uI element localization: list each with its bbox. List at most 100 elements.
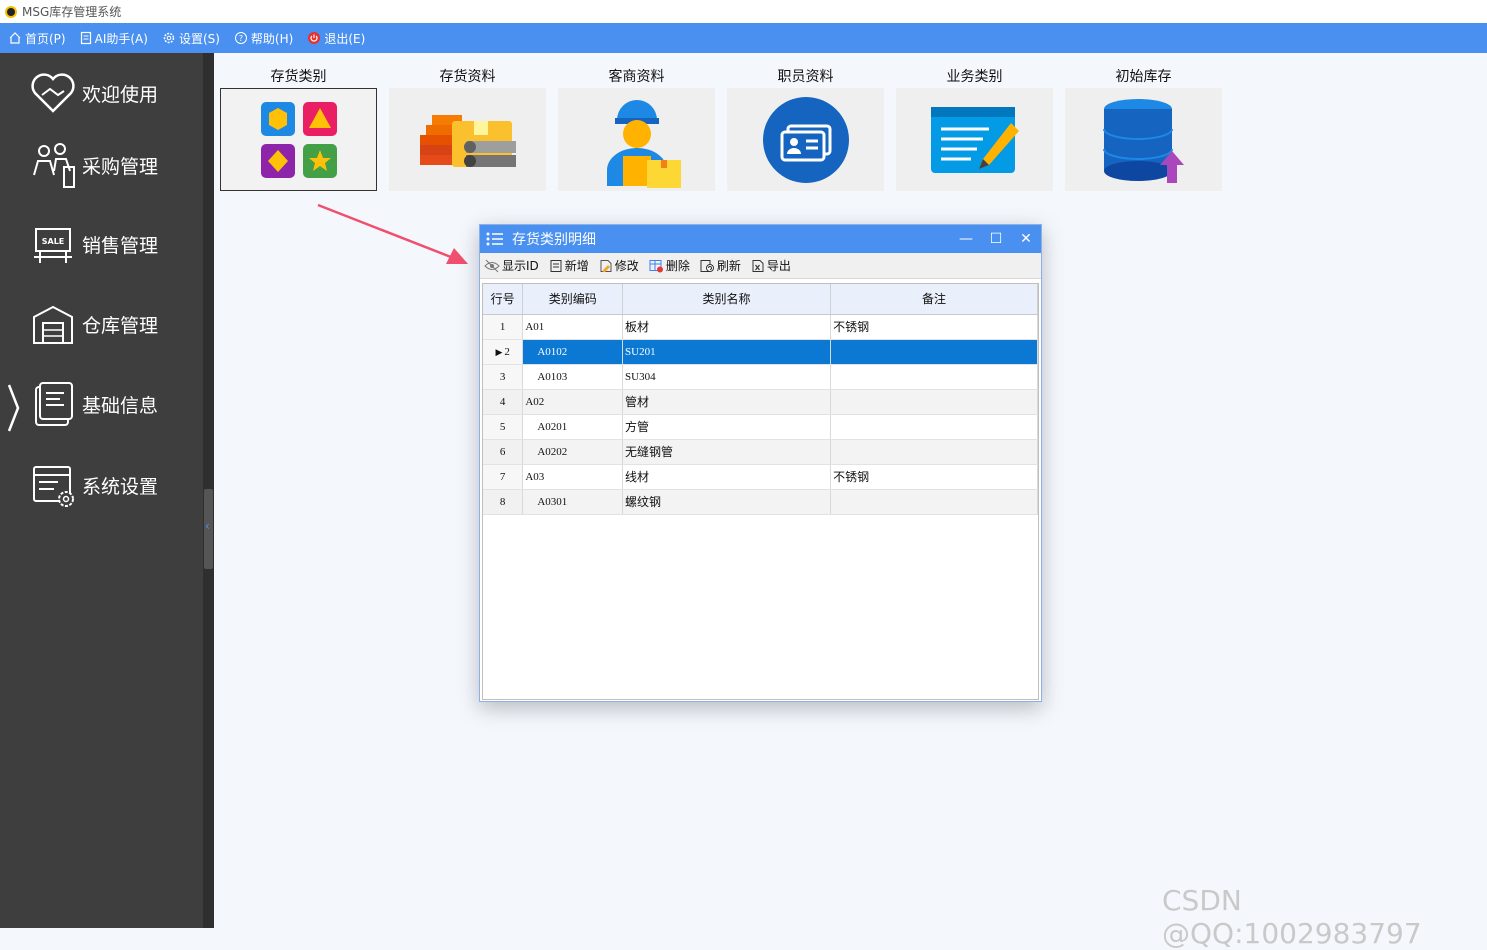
menu-home[interactable]: 首页(P) [8, 30, 66, 47]
delete-label: 删除 [665, 259, 690, 273]
tile-employee-data[interactable]: 职员资料 [727, 62, 884, 191]
dialog-toolbar: 显示ID 新增 修改 删除 刷新 导出 [480, 253, 1041, 279]
column-header-category-name[interactable]: 类别名称 [622, 284, 832, 315]
row-number-cell[interactable]: 1 [483, 314, 524, 340]
sidebar-item-purchase[interactable]: 采购管理 [30, 141, 158, 189]
show-id-button[interactable]: 显示ID [484, 257, 539, 274]
sidebar-item-basic-info[interactable]: 基础信息 [30, 381, 158, 427]
tile-icon-box[interactable] [220, 88, 377, 191]
menu-help[interactable]: ? 帮助(H) [234, 30, 293, 47]
note-cell[interactable]: 不锈钢 [830, 464, 1038, 490]
menu-bar: 首页(P) AI助手(A) 设置(S) ? 帮助(H) 退出(E) [0, 23, 1487, 53]
tile-icon-box[interactable] [1065, 88, 1222, 191]
delete-button[interactable]: 删除 [649, 257, 690, 274]
note-cell[interactable] [830, 414, 1038, 440]
category-code-cell[interactable]: A0102 [522, 339, 624, 365]
tile-inventory-data[interactable]: 存货资料 [389, 62, 546, 191]
customer-worker-icon [606, 99, 681, 188]
goods-materials-icon [419, 114, 516, 167]
category-code-cell[interactable]: A02 [522, 389, 624, 415]
category-name-cell[interactable]: SU201 [622, 339, 832, 365]
category-name-cell[interactable]: 无缝钢管 [622, 439, 832, 465]
refresh-label: 刷新 [716, 259, 741, 273]
maximize-button[interactable]: ☐ [981, 231, 1011, 247]
note-cell[interactable] [830, 339, 1038, 365]
category-code-cell[interactable]: A03 [522, 464, 624, 490]
table-row[interactable]: ▶ 2 A0102 SU201 [483, 339, 1038, 365]
row-number-cell[interactable]: ▶ 2 [483, 339, 524, 365]
tile-label: 存货类别 [270, 69, 327, 85]
column-header-row-number[interactable]: 行号 [483, 284, 524, 315]
category-code-cell[interactable]: A0201 [522, 414, 624, 440]
sidebar-item-label: 采购管理 [82, 155, 159, 178]
employee-card-icon [762, 96, 849, 183]
row-number-cell[interactable]: 3 [483, 364, 524, 390]
sidebar-item-label: 系统设置 [82, 475, 159, 498]
sidebar-item-welcome[interactable]: 欢迎使用 [30, 71, 158, 115]
table-row[interactable]: 7 A03 线材 不锈钢 [483, 464, 1038, 490]
category-code-cell[interactable]: A0301 [522, 489, 624, 515]
table-row[interactable]: 3 A0103 SU304 [483, 364, 1038, 390]
tile-icon-box[interactable] [558, 88, 715, 191]
list-icon [486, 232, 503, 246]
edit-button[interactable]: 修改 [599, 257, 639, 274]
table-row[interactable]: 4 A02 管材 [483, 389, 1038, 415]
table-row[interactable]: 5 A0201 方管 [483, 414, 1038, 440]
export-button[interactable]: 导出 [751, 257, 791, 274]
tile-customer-data[interactable]: 客商资料 [558, 62, 715, 191]
row-number-cell[interactable]: 6 [483, 439, 524, 465]
sidebar-item-label: 基础信息 [82, 394, 159, 417]
column-header-note[interactable]: 备注 [830, 284, 1038, 315]
category-name-cell[interactable]: 线材 [622, 464, 832, 490]
tile-inventory-category[interactable]: 存货类别 [220, 62, 377, 191]
row-number-cell[interactable]: 4 [483, 389, 524, 415]
collapse-sidebar-handle[interactable]: ‹ [204, 489, 213, 569]
tile-initial-stock[interactable]: 初始库存 [1065, 62, 1222, 191]
tile-icon-box[interactable] [727, 88, 884, 191]
menu-ai-assistant[interactable]: AI助手(A) [80, 30, 148, 47]
sidebar-item-warehouse[interactable]: 仓库管理 [30, 303, 158, 345]
refresh-button[interactable]: 刷新 [700, 257, 741, 274]
category-code-cell[interactable]: A01 [522, 314, 624, 340]
dialog-titlebar[interactable]: 存货类别明细 — ☐ ✕ [480, 225, 1041, 253]
menu-settings-label: 设置(S) [178, 31, 220, 46]
row-number-cell[interactable]: 8 [483, 489, 524, 515]
category-code-cell[interactable]: A0202 [522, 439, 624, 465]
close-button[interactable]: ✕ [1011, 231, 1041, 247]
add-button[interactable]: 新增 [549, 257, 589, 274]
category-name-cell[interactable]: 螺纹钢 [622, 489, 832, 515]
menu-home-label: 首页(P) [25, 31, 66, 46]
category-name-cell[interactable]: 管材 [622, 389, 832, 415]
category-name-cell[interactable]: 板材 [622, 314, 832, 340]
add-label: 新增 [564, 259, 589, 273]
row-number-cell[interactable]: 7 [483, 464, 524, 490]
sidebar-item-label: 销售管理 [82, 234, 159, 257]
category-name-cell[interactable]: 方管 [622, 414, 832, 440]
sidebar-item-label: 仓库管理 [82, 314, 159, 337]
tile-icon-box[interactable] [389, 88, 546, 191]
note-cell[interactable] [830, 489, 1038, 515]
note-cell[interactable] [830, 364, 1038, 390]
tile-label: 客商资料 [608, 69, 665, 85]
menu-settings[interactable]: 设置(S) [162, 30, 220, 47]
note-cell[interactable]: 不锈钢 [830, 314, 1038, 340]
menu-exit[interactable]: 退出(E) [307, 30, 365, 47]
note-cell[interactable] [830, 389, 1038, 415]
table-row[interactable]: 1 A01 板材 不锈钢 [483, 314, 1038, 340]
sidebar-item-sales[interactable]: SALE 销售管理 [30, 223, 158, 265]
table-row[interactable]: 6 A0202 无缝钢管 [483, 439, 1038, 465]
column-header-category-code[interactable]: 类别编码 [522, 284, 624, 315]
row-number-cell[interactable]: 5 [483, 414, 524, 440]
category-name-cell[interactable]: SU304 [622, 364, 832, 390]
tile-business-category[interactable]: 业务类别 [896, 62, 1053, 191]
tile-icon-box[interactable] [896, 88, 1053, 191]
watermark-text: CSDN @QQ:1002983797 [1162, 884, 1422, 950]
note-cell[interactable] [830, 439, 1038, 465]
sidebar-item-system-settings[interactable]: 系统设置 [30, 461, 158, 509]
category-grid[interactable]: 行号 类别编码 类别名称 备注 1 A01 板材 不锈钢 ▶ 2 A0102 SU201 3 A0… [482, 283, 1039, 700]
database-upload-icon [1102, 98, 1184, 183]
window-titlebar: MSG库存管理系统 [0, 0, 1487, 23]
table-row[interactable]: 8 A0301 螺纹钢 [483, 489, 1038, 515]
minimize-button[interactable]: — [951, 231, 981, 247]
category-code-cell[interactable]: A0103 [522, 364, 624, 390]
